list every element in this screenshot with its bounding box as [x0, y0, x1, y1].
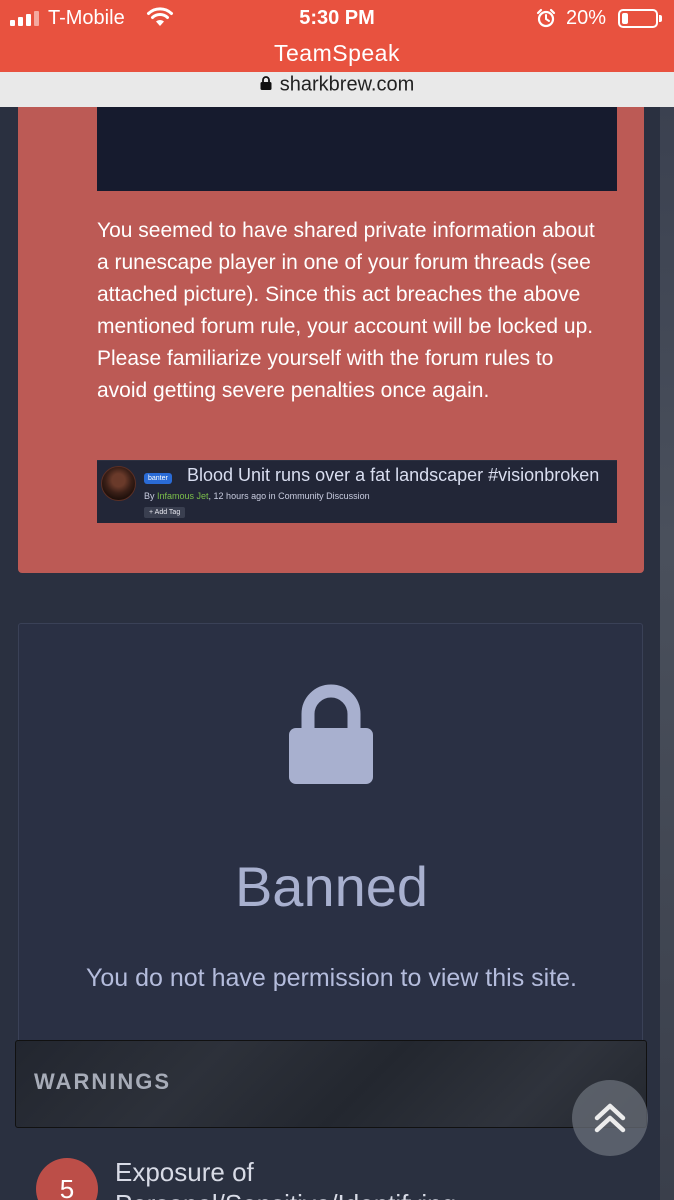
- thread-meta: By Infamous Jet, 12 hours ago in Communi…: [144, 491, 370, 501]
- banned-message: You do not have permission to view this …: [85, 964, 577, 992]
- attached-thread-screenshot: banter Blood Unit runs over a fat landsc…: [97, 460, 617, 523]
- alarm-icon: [536, 8, 556, 28]
- warning-title: Exposure of Personal/Sensitive/Identifyin…: [115, 1156, 456, 1200]
- thread-author: Infamous Jet: [157, 491, 209, 501]
- padlock-icon: [289, 684, 373, 784]
- list-item[interactable]: 5 Exposure of Personal/Sensitive/Identify…: [0, 1128, 660, 1200]
- warning-number-badge: 5: [36, 1158, 98, 1200]
- ban-notice-text: You seemed to have shared private inform…: [97, 219, 595, 402]
- double-chevron-up-icon: [594, 1103, 626, 1133]
- thread-badge: banter: [144, 473, 172, 484]
- ban-notice-card: You seemed to have shared private inform…: [18, 107, 644, 573]
- banned-card: Banned You do not have permission to vie…: [18, 623, 643, 1043]
- thread-by: By: [144, 491, 158, 501]
- url-text: sharkbrew.com: [279, 73, 415, 96]
- status-bar: T-Mobile 5:30 PM 20%: [0, 0, 674, 38]
- warnings-header: WARNINGS: [15, 1040, 647, 1128]
- thread-title: Blood Unit runs over a fat landscaper #v…: [187, 465, 600, 485]
- warning-title-line1: Exposure of: [115, 1157, 254, 1187]
- warning-title-line2: Personal/Sensitive/Identifying: [115, 1189, 456, 1200]
- scroll-to-top-button[interactable]: [572, 1080, 648, 1156]
- avatar: [101, 466, 136, 501]
- status-header: T-Mobile 5:30 PM 20% TeamSpeak: [0, 0, 674, 72]
- page-background-edge: [660, 107, 674, 1200]
- battery-fill: [622, 13, 628, 24]
- attached-image-top: [97, 107, 617, 191]
- warnings-title: WARNINGS: [34, 1069, 171, 1094]
- thread-meta-suffix: , 12 hours ago in Community Discussion: [208, 491, 370, 501]
- add-tag-label: + Add Tag: [144, 507, 186, 518]
- battery-percent: 20%: [566, 7, 607, 29]
- lock-icon: [260, 75, 272, 90]
- battery-icon: [618, 9, 662, 28]
- banned-title: Banned: [234, 855, 429, 918]
- url-bar[interactable]: sharkbrew.com: [0, 72, 674, 107]
- app-title: TeamSpeak: [274, 40, 400, 66]
